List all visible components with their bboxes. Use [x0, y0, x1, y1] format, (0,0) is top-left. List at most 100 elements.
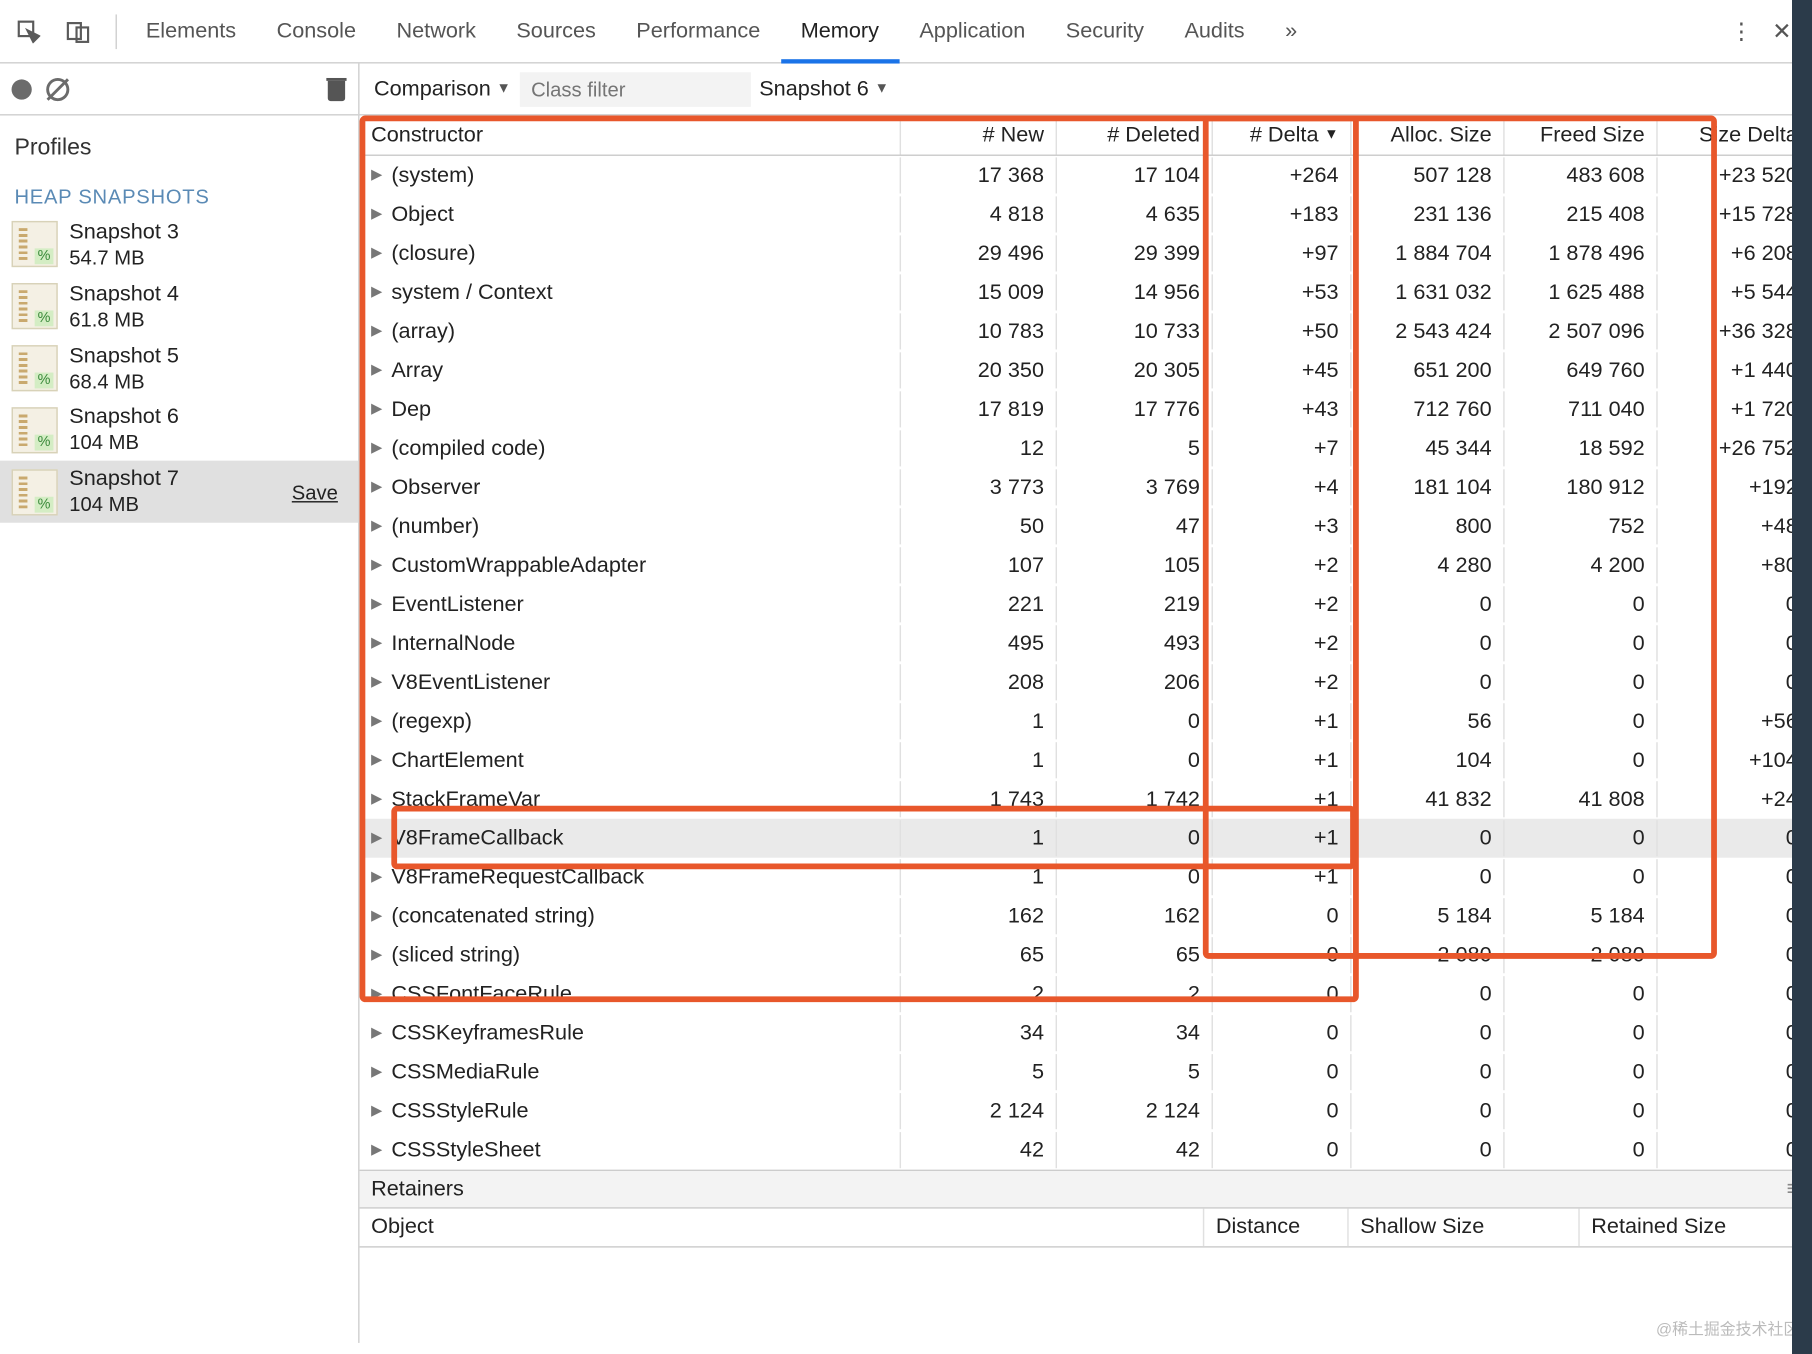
ret-col-shallow[interactable]: Shallow Size — [1349, 1209, 1580, 1247]
snapshot-item[interactable]: Snapshot 568.4 MB — [0, 337, 358, 399]
disclosure-triangle-icon[interactable]: ▶ — [371, 791, 385, 807]
tab-memory[interactable]: Memory — [780, 0, 899, 63]
table-row[interactable]: ▶CSSStyleRule2 1242 1240000 — [360, 1092, 1811, 1131]
trash-icon[interactable] — [326, 77, 346, 100]
table-row[interactable]: ▶Array20 35020 305+45651 200649 760+1 44… — [360, 351, 1811, 390]
disclosure-triangle-icon[interactable]: ▶ — [371, 245, 385, 261]
disclosure-triangle-icon[interactable]: ▶ — [371, 986, 385, 1002]
snapshot-icon — [12, 283, 58, 329]
table-row[interactable]: ▶CSSStyleSheet42420000 — [360, 1131, 1811, 1170]
ret-col-distance[interactable]: Distance — [1204, 1209, 1348, 1247]
cell-freed: 0 — [1505, 1093, 1658, 1129]
tab-network[interactable]: Network — [376, 0, 496, 63]
tab-performance[interactable]: Performance — [616, 0, 780, 63]
table-row[interactable]: ▶(compiled code)125+745 34418 592+26 752 — [360, 429, 1811, 468]
disclosure-triangle-icon[interactable]: ▶ — [371, 908, 385, 924]
table-row[interactable]: ▶EventListener221219+2000 — [360, 585, 1811, 624]
disclosure-triangle-icon[interactable]: ▶ — [371, 323, 385, 339]
cell-deleted: 162 — [1057, 898, 1213, 934]
disclosure-triangle-icon[interactable]: ▶ — [371, 206, 385, 222]
table-row[interactable]: ▶Object4 8184 635+183231 136215 408+15 7… — [360, 195, 1811, 234]
baseline-dropdown[interactable]: Snapshot 6▼ — [759, 77, 889, 102]
device-toggle-icon[interactable] — [58, 11, 98, 51]
disclosure-triangle-icon[interactable]: ▶ — [371, 168, 385, 184]
table-row[interactable]: ▶InternalNode495493+2000 — [360, 624, 1811, 663]
disclosure-triangle-icon[interactable]: ▶ — [371, 440, 385, 456]
disclosure-triangle-icon[interactable]: ▶ — [371, 1103, 385, 1119]
col-header[interactable]: Freed Size — [1505, 116, 1658, 155]
cell-new: 15 009 — [901, 274, 1057, 310]
disclosure-triangle-icon[interactable]: ▶ — [371, 830, 385, 846]
cell-alloc: 45 344 — [1352, 430, 1505, 466]
col-header[interactable]: Size Delta — [1658, 116, 1811, 155]
ret-col-retained[interactable]: Retained Size — [1580, 1209, 1811, 1247]
tab-sources[interactable]: Sources — [496, 0, 616, 63]
col-header[interactable]: Constructor — [360, 116, 902, 155]
table-row[interactable]: ▶(concatenated string)16216205 1845 1840 — [360, 897, 1811, 936]
table-row[interactable]: ▶Dep17 81917 776+43712 760711 040+1 720 — [360, 390, 1811, 429]
table-row[interactable]: ▶V8EventListener208206+2000 — [360, 663, 1811, 702]
disclosure-triangle-icon[interactable]: ▶ — [371, 947, 385, 963]
record-icon[interactable] — [12, 79, 32, 99]
disclosure-triangle-icon[interactable]: ▶ — [371, 518, 385, 534]
class-filter-input[interactable] — [520, 71, 751, 106]
snapshot-item[interactable]: Snapshot 461.8 MB — [0, 276, 358, 338]
save-link[interactable]: Save — [292, 480, 347, 503]
chevron-down-icon: ▼ — [875, 81, 889, 97]
tab-console[interactable]: Console — [256, 0, 376, 63]
table-row[interactable]: ▶system / Context15 00914 956+531 631 03… — [360, 273, 1811, 312]
disclosure-triangle-icon[interactable]: ▶ — [371, 635, 385, 651]
table-row[interactable]: ▶V8FrameCallback10+1000 — [360, 819, 1811, 858]
disclosure-triangle-icon[interactable]: ▶ — [371, 362, 385, 378]
col-header[interactable]: # Delta▼ — [1213, 116, 1352, 155]
tab-security[interactable]: Security — [1046, 0, 1165, 63]
tab-more[interactable]: » — [1265, 0, 1317, 63]
tab-audits[interactable]: Audits — [1164, 0, 1265, 63]
tab-elements[interactable]: Elements — [126, 0, 257, 63]
table-row[interactable]: ▶(number)5047+3800752+48 — [360, 507, 1811, 546]
table-row[interactable]: ▶ChartElement10+11040+104 — [360, 741, 1811, 780]
clear-icon[interactable] — [46, 77, 69, 100]
cell-delta: +4 — [1213, 469, 1352, 505]
disclosure-triangle-icon[interactable]: ▶ — [371, 1142, 385, 1158]
disclosure-triangle-icon[interactable]: ▶ — [371, 752, 385, 768]
view-dropdown[interactable]: Comparison▼ — [374, 77, 511, 102]
table-row[interactable]: ▶(sliced string)656502 0802 0800 — [360, 936, 1811, 975]
disclosure-triangle-icon[interactable]: ▶ — [371, 557, 385, 573]
disclosure-triangle-icon[interactable]: ▶ — [371, 713, 385, 729]
col-header[interactable]: Alloc. Size — [1352, 116, 1505, 155]
tab-application[interactable]: Application — [899, 0, 1045, 63]
col-header[interactable]: # Deleted — [1057, 116, 1213, 155]
table-row[interactable]: ▶(array)10 78310 733+502 543 4242 507 09… — [360, 312, 1811, 351]
cell-delta: +1 — [1213, 781, 1352, 817]
cell-deleted: 0 — [1057, 742, 1213, 778]
disclosure-triangle-icon[interactable]: ▶ — [371, 1025, 385, 1041]
disclosure-triangle-icon[interactable]: ▶ — [371, 674, 385, 690]
snapshot-item[interactable]: Snapshot 7104 MBSave — [0, 461, 358, 523]
snapshot-item[interactable]: Snapshot 6104 MB — [0, 399, 358, 461]
table-row[interactable]: ▶(system)17 36817 104+264507 128483 608+… — [360, 156, 1811, 195]
disclosure-triangle-icon[interactable]: ▶ — [371, 1064, 385, 1080]
disclosure-triangle-icon[interactable]: ▶ — [371, 401, 385, 417]
table-row[interactable]: ▶StackFrameVar1 7431 742+141 83241 808+2… — [360, 780, 1811, 819]
table-row[interactable]: ▶V8FrameRequestCallback10+1000 — [360, 858, 1811, 897]
table-row[interactable]: ▶CSSKeyframesRule34340000 — [360, 1014, 1811, 1053]
disclosure-triangle-icon[interactable]: ▶ — [371, 479, 385, 495]
kebab-menu-icon[interactable]: ⋮ — [1721, 17, 1761, 46]
table-row[interactable]: ▶(closure)29 49629 399+971 884 7041 878 … — [360, 234, 1811, 273]
table-row[interactable]: ▶CSSMediaRule550000 — [360, 1053, 1811, 1092]
table-row[interactable]: ▶CustomWrappableAdapter107105+24 2804 20… — [360, 546, 1811, 585]
table-row[interactable]: ▶(regexp)10+1560+56 — [360, 702, 1811, 741]
cell-freed: 2 080 — [1505, 937, 1658, 973]
col-header[interactable]: # New — [901, 116, 1057, 155]
snapshot-item[interactable]: Snapshot 354.7 MB — [0, 214, 358, 276]
disclosure-triangle-icon[interactable]: ▶ — [371, 284, 385, 300]
cell-freed: 752 — [1505, 508, 1658, 544]
constructor-name: Array — [391, 358, 443, 383]
table-row[interactable]: ▶Observer3 7733 769+4181 104180 912+192 — [360, 468, 1811, 507]
ret-col-object[interactable]: Object — [360, 1209, 1205, 1247]
disclosure-triangle-icon[interactable]: ▶ — [371, 596, 385, 612]
disclosure-triangle-icon[interactable]: ▶ — [371, 869, 385, 885]
inspect-icon[interactable] — [9, 11, 49, 51]
table-row[interactable]: ▶CSSFontFaceRule220000 — [360, 975, 1811, 1014]
